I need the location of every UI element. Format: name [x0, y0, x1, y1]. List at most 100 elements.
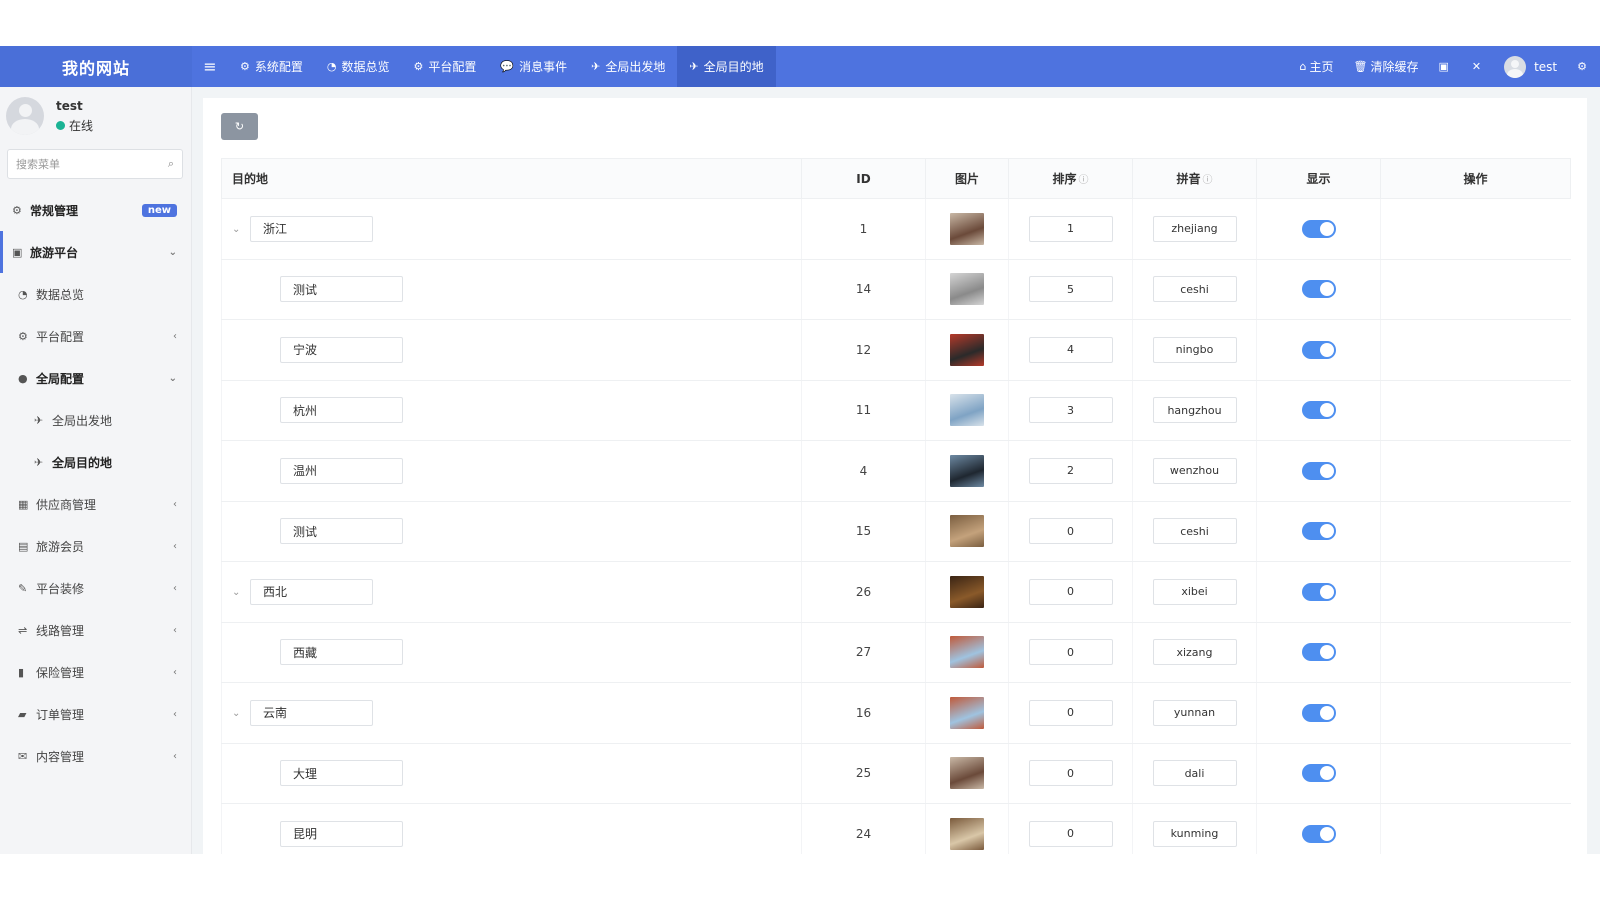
destination-thumbnail[interactable]	[950, 696, 984, 729]
pinyin-input[interactable]	[1152, 397, 1237, 424]
header-sort[interactable]: 排序 ⓘ	[1008, 158, 1133, 199]
pinyin-input[interactable]	[1152, 639, 1237, 666]
destination-thumbnail[interactable]	[950, 817, 984, 850]
sidebar-item-global-departure[interactable]: ✈ 全局出发地	[0, 399, 191, 441]
sidebar-item-decoration[interactable]: ✎ 平台装修 ‹	[0, 567, 191, 609]
destination-thumbnail[interactable]	[950, 333, 984, 366]
show-toggle[interactable]	[1301, 522, 1336, 541]
sidebar-item-order[interactable]: ▰ 订单管理 ‹	[0, 693, 191, 735]
show-toggle[interactable]	[1301, 703, 1336, 722]
top-nav-item[interactable]: ✈ 全局出发地	[579, 46, 677, 87]
show-toggle[interactable]	[1301, 824, 1336, 843]
sidebar-item-platform-config[interactable]: ⚙ 平台配置 ‹	[0, 315, 191, 357]
chevron-down-icon[interactable]: ⌄	[232, 224, 250, 235]
sort-input[interactable]	[1028, 215, 1113, 242]
sort-input[interactable]	[1028, 397, 1113, 424]
cell-destination	[221, 259, 802, 320]
show-toggle[interactable]	[1301, 461, 1336, 480]
show-toggle[interactable]	[1301, 280, 1336, 299]
sort-input[interactable]	[1028, 699, 1113, 726]
sort-input[interactable]	[1028, 276, 1113, 303]
chevron-down-icon[interactable]: ⌄	[232, 587, 250, 598]
sidebar-item-global-config[interactable]: ● 全局配置 ⌄	[0, 357, 191, 399]
pinyin-input[interactable]	[1152, 820, 1237, 847]
pinyin-input[interactable]	[1152, 518, 1237, 545]
show-toggle[interactable]	[1301, 219, 1336, 238]
top-nav-item[interactable]: 💬 消息事件	[488, 46, 579, 87]
sort-input[interactable]	[1028, 336, 1113, 363]
destination-thumbnail[interactable]	[950, 515, 984, 548]
menu-search-input[interactable]	[16, 157, 168, 171]
hamburger-menu-icon[interactable]: ≡	[192, 57, 228, 76]
top-nav-item[interactable]: ✈ 全局目的地	[677, 46, 776, 87]
destination-name-input[interactable]	[280, 336, 403, 363]
destination-name-input[interactable]	[280, 397, 403, 424]
destination-thumbnail[interactable]	[950, 212, 984, 245]
home-link[interactable]: ⌂ 主页	[1289, 46, 1343, 87]
show-toggle[interactable]	[1301, 401, 1336, 420]
settings-button[interactable]: ⚙	[1567, 46, 1600, 87]
sidebar-item-member[interactable]: ▤ 旅游会员 ‹	[0, 525, 191, 567]
show-toggle[interactable]	[1301, 643, 1336, 662]
cell-id: 14	[801, 259, 926, 320]
clear-cache-button[interactable]: 🗑 清除缓存	[1343, 46, 1428, 87]
site-brand[interactable]: 我的网站	[0, 46, 192, 87]
top-nav-item[interactable]: ⚙ 系统配置	[228, 46, 315, 87]
sort-input[interactable]	[1028, 820, 1113, 847]
destination-name-input[interactable]	[280, 457, 403, 484]
sidebar-item-regular[interactable]: ⚙ 常规管理 new	[0, 189, 191, 231]
pinyin-input[interactable]	[1152, 215, 1237, 242]
help-icon[interactable]: ⓘ	[1203, 175, 1213, 186]
show-toggle[interactable]	[1301, 764, 1336, 783]
header-destination[interactable]: 目的地	[221, 158, 802, 199]
destination-name-input[interactable]	[250, 699, 373, 726]
sidebar-item-content[interactable]: ✉ 内容管理 ‹	[0, 735, 191, 777]
destination-name-input[interactable]	[280, 760, 403, 787]
header-id[interactable]: ID	[801, 158, 926, 199]
destination-name-input[interactable]	[250, 578, 373, 605]
sidebar-item-route[interactable]: ⇌ 线路管理 ‹	[0, 609, 191, 651]
help-icon[interactable]: ⓘ	[1079, 175, 1089, 186]
destination-name-input[interactable]	[280, 639, 403, 666]
refresh-button[interactable]: ↻	[221, 113, 258, 140]
destination-thumbnail[interactable]	[950, 575, 984, 608]
fullscreen-button[interactable]: ✕	[1462, 46, 1494, 87]
pinyin-input[interactable]	[1152, 760, 1237, 787]
cell-destination	[221, 380, 802, 441]
user-menu[interactable]: test	[1494, 46, 1567, 87]
sort-input[interactable]	[1028, 457, 1113, 484]
pinyin-input[interactable]	[1152, 457, 1237, 484]
destination-name-input[interactable]	[280, 820, 403, 847]
destination-name-input[interactable]	[280, 518, 403, 545]
sort-input[interactable]	[1028, 518, 1113, 545]
destination-thumbnail[interactable]	[950, 636, 984, 669]
destination-thumbnail[interactable]	[950, 394, 984, 427]
search-icon[interactable]: ⌕	[168, 157, 174, 171]
destination-name-input[interactable]	[280, 276, 403, 303]
sidebar-item-supplier[interactable]: ▦ 供应商管理 ‹	[0, 483, 191, 525]
top-nav-item[interactable]: ◔ 数据总览	[315, 46, 402, 87]
sidebar-item-insurance[interactable]: ▮ 保险管理 ‹	[0, 651, 191, 693]
cell-image	[925, 319, 1009, 381]
language-button[interactable]: ▣	[1428, 46, 1461, 87]
sort-input[interactable]	[1028, 639, 1113, 666]
sidebar-item-dashboard[interactable]: ◔ 数据总览	[0, 273, 191, 315]
sort-input[interactable]	[1028, 760, 1113, 787]
destination-name-input[interactable]	[250, 215, 373, 242]
sort-input[interactable]	[1028, 578, 1113, 605]
chevron-down-icon[interactable]: ⌄	[232, 708, 250, 719]
sidebar-item-global-destination[interactable]: ✈ 全局目的地	[0, 441, 191, 483]
destination-thumbnail[interactable]	[950, 273, 984, 306]
pinyin-input[interactable]	[1152, 276, 1237, 303]
header-pinyin[interactable]: 拼音 ⓘ	[1132, 158, 1257, 199]
pinyin-input[interactable]	[1152, 699, 1237, 726]
pinyin-input[interactable]	[1152, 578, 1237, 605]
pinyin-input[interactable]	[1152, 336, 1237, 363]
sidebar-item-travel[interactable]: ▣ 旅游平台 ⌄	[0, 231, 191, 273]
folder-open-icon: ▰	[18, 707, 27, 721]
destination-thumbnail[interactable]	[950, 757, 984, 790]
show-toggle[interactable]	[1301, 582, 1336, 601]
destination-thumbnail[interactable]	[950, 454, 984, 487]
top-nav-item[interactable]: ⚙ 平台配置	[402, 46, 489, 87]
show-toggle[interactable]	[1301, 340, 1336, 359]
